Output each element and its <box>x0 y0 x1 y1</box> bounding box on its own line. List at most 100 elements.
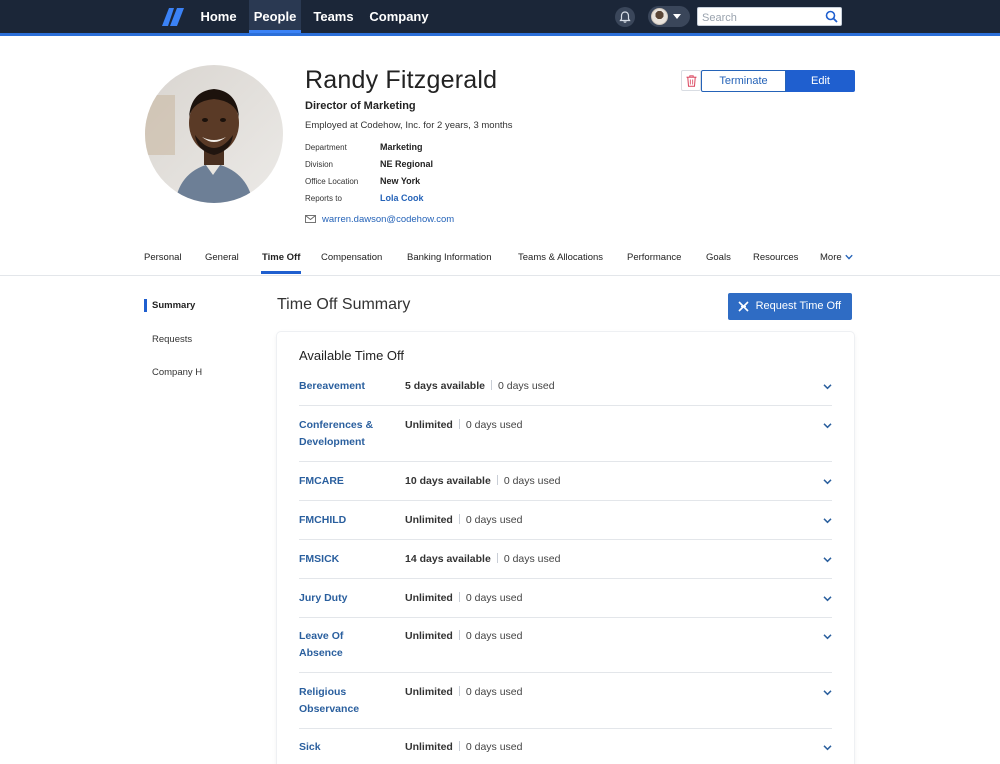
airplane-icon <box>738 301 749 312</box>
chevron-down-icon[interactable] <box>823 594 832 603</box>
notifications-button[interactable] <box>615 7 635 27</box>
chevron-down-icon[interactable] <box>823 632 832 641</box>
policy-balance: 10 days available 0 days used <box>405 475 561 487</box>
bell-icon <box>619 11 631 23</box>
policy-name[interactable]: Bereavement <box>299 378 389 395</box>
row-divider <box>299 672 832 673</box>
chevron-down-icon[interactable] <box>823 477 832 486</box>
subnav-company-holidays[interactable]: Company Holidays <box>152 367 202 378</box>
policy-balance: Unlimited 0 days used <box>405 592 523 604</box>
policy-balance: Unlimited 0 days used <box>405 419 523 431</box>
tab-general[interactable]: General <box>205 252 239 263</box>
tab-personal[interactable]: Personal <box>144 252 182 263</box>
policy-row-fmchild[interactable]: FMCHILD Unlimited 0 days used <box>299 512 832 529</box>
tab-more[interactable]: More <box>820 252 853 263</box>
policy-balance: 14 days available 0 days used <box>405 553 561 565</box>
policy-row-religious-observance[interactable]: Religious Observance Unlimited 0 days use… <box>299 684 832 718</box>
chevron-down-icon[interactable] <box>823 688 832 697</box>
section-title: Time Off Summary <box>277 296 411 313</box>
policy-balance: Unlimited 0 days used <box>405 686 523 698</box>
policy-row-bereavement[interactable]: Bereavement 5 days available 0 days used <box>299 378 832 395</box>
card-title: Available Time Off <box>299 348 405 363</box>
chevron-down-icon <box>844 255 853 261</box>
detail-label-division: Division <box>305 160 334 169</box>
user-avatar <box>651 8 668 25</box>
row-divider <box>299 405 832 406</box>
chevron-down-icon[interactable] <box>823 555 832 564</box>
row-divider <box>299 539 832 540</box>
detail-label-office: Office Location <box>305 177 359 186</box>
policy-name[interactable]: Conferences & Development <box>299 417 389 451</box>
detail-value-office: New York <box>380 176 421 186</box>
policy-name[interactable]: Religious Observance <box>299 684 389 718</box>
tab-banking-information[interactable]: Banking Information <box>407 252 492 263</box>
policy-balance: Unlimited 0 days used <box>405 630 523 642</box>
policy-name[interactable]: FMSICK <box>299 551 389 568</box>
tab-more-label: More <box>820 252 842 263</box>
chevron-down-icon <box>673 14 681 19</box>
policy-row-jury-duty[interactable]: Jury Duty Unlimited 0 days used <box>299 590 832 607</box>
tabs-divider <box>0 275 1000 276</box>
detail-label-department: Department <box>305 143 347 152</box>
email-link[interactable]: warren.dawson@codehow.com <box>322 214 454 225</box>
policy-name[interactable]: Leave Of Absence <box>299 628 389 662</box>
edit-button[interactable]: Edit <box>786 70 855 92</box>
tab-resources[interactable]: Resources <box>753 252 798 263</box>
policy-row-conferences[interactable]: Conferences & Development Unlimited 0 day… <box>299 417 832 451</box>
chevron-down-icon[interactable] <box>823 382 832 391</box>
row-divider <box>299 578 832 579</box>
chevron-down-icon[interactable] <box>823 516 832 525</box>
search-icon[interactable] <box>825 10 838 23</box>
nav-accent-bar <box>0 33 1000 36</box>
profile-title: Director of Marketing <box>305 100 416 112</box>
policy-row-leave-of-absence[interactable]: Leave Of Absence Unlimited 0 days used <box>299 628 832 662</box>
search-input[interactable] <box>698 9 816 27</box>
tab-compensation[interactable]: Compensation <box>321 252 382 263</box>
policy-balance: Unlimited 0 days used <box>405 741 523 753</box>
nav-people[interactable]: People <box>249 0 301 33</box>
nav-teams[interactable]: Teams <box>309 0 358 33</box>
subnav-summary[interactable]: Summary <box>152 300 202 311</box>
request-time-off-label: Request Time Off <box>755 300 841 312</box>
mail-icon <box>305 215 316 223</box>
trash-icon <box>686 75 697 87</box>
row-divider <box>299 728 832 729</box>
row-divider <box>299 500 832 501</box>
request-time-off-button[interactable]: Request Time Off <box>728 293 852 320</box>
logo-icon[interactable] <box>160 6 186 28</box>
tab-goals[interactable]: Goals <box>706 252 731 263</box>
detail-label-reports-to: Reports to <box>305 194 342 203</box>
search-box <box>697 7 842 27</box>
policy-balance: 5 days available 0 days used <box>405 380 555 392</box>
policy-name[interactable]: FMCHILD <box>299 512 389 529</box>
detail-value-department: Marketing <box>380 142 423 152</box>
profile-name: Randy Fitzgerald <box>305 66 498 94</box>
reports-to-link[interactable]: Lola Cook <box>380 193 424 203</box>
delete-button[interactable] <box>681 70 701 91</box>
row-divider <box>299 617 832 618</box>
policy-row-sick[interactable]: Sick Unlimited 0 days used <box>299 739 832 756</box>
tab-performance[interactable]: Performance <box>627 252 681 263</box>
nav-company[interactable]: Company <box>366 0 432 33</box>
chevron-down-icon[interactable] <box>823 421 832 430</box>
subnav-active-indicator <box>144 299 147 312</box>
top-nav-bar: Home People Teams Company <box>0 0 1000 33</box>
policy-name[interactable]: Sick <box>299 739 389 756</box>
chevron-down-icon[interactable] <box>823 743 832 752</box>
profile-tenure: Employed at Codehow, Inc. for 2 years, 3… <box>305 120 513 131</box>
user-menu[interactable] <box>648 6 690 27</box>
policy-name[interactable]: Jury Duty <box>299 590 389 607</box>
tab-teams-allocations[interactable]: Teams & Allocations <box>518 252 603 263</box>
nav-home[interactable]: Home <box>195 0 242 33</box>
tab-time-off[interactable]: Time Off <box>262 252 300 263</box>
detail-value-division: NE Regional <box>380 159 434 169</box>
policy-balance: Unlimited 0 days used <box>405 514 523 526</box>
policy-row-fmcare[interactable]: FMCARE 10 days available 0 days used <box>299 473 832 490</box>
profile-avatar <box>145 65 283 203</box>
policy-row-fmsick[interactable]: FMSICK 14 days available 0 days used <box>299 551 832 568</box>
policy-name[interactable]: FMCARE <box>299 473 389 490</box>
row-divider <box>299 461 832 462</box>
terminate-button[interactable]: Terminate <box>701 70 786 92</box>
active-tab-indicator <box>261 271 301 274</box>
subnav-requests[interactable]: Requests <box>152 334 202 345</box>
